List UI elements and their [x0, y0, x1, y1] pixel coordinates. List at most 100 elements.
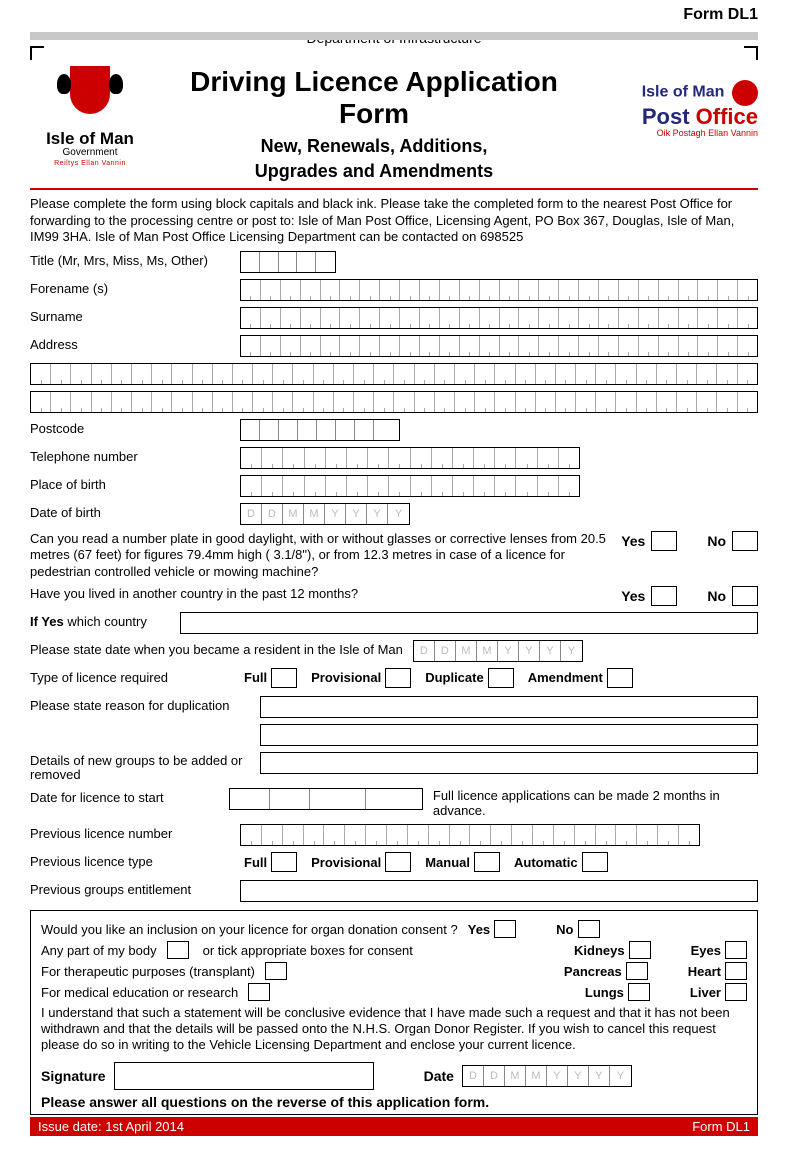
label-postcode: Postcode	[30, 419, 240, 436]
heart-box[interactable]	[725, 962, 747, 980]
prev-prov-box[interactable]	[385, 852, 411, 872]
lungs-label: Lungs	[585, 985, 624, 1000]
prev-auto-box[interactable]	[582, 852, 608, 872]
pancreas-box[interactable]	[626, 962, 648, 980]
input-prev-num[interactable]	[240, 824, 700, 846]
therapeutic-label: For therapeutic purposes (transplant)	[41, 964, 255, 979]
abroad-yes-box[interactable]	[651, 586, 677, 606]
liver-label: Liver	[690, 985, 721, 1000]
label-prev-type: Previous licence type	[30, 852, 240, 869]
no-label: No	[707, 533, 726, 549]
crop-marks	[30, 46, 758, 60]
top-grey-bar	[30, 32, 758, 40]
input-prev-groups[interactable]	[240, 880, 758, 902]
label-dob: Date of birth	[30, 503, 240, 520]
therapeutic-box[interactable]	[265, 962, 287, 980]
input-dob[interactable]: D D M M Y Y Y Y	[240, 503, 410, 525]
label-licence-start: Date for licence to start	[30, 788, 229, 805]
input-new-groups[interactable]	[260, 752, 758, 774]
isle-of-man-gov-logo: Isle of Man Government Reiltys Ellan Van…	[30, 60, 150, 167]
input-address-2[interactable]	[30, 363, 758, 385]
label-reason-dup: Please state reason for duplication	[30, 696, 260, 713]
label-resident-date: Please state date when you became a resi…	[30, 640, 403, 657]
organ-no-label: No	[556, 922, 573, 937]
kidneys-box[interactable]	[629, 941, 651, 959]
organ-no-box[interactable]	[578, 920, 600, 938]
po-line1: Isle of Man	[642, 83, 725, 100]
post-office-logo: Isle of Man Post Office Oik Postagh Ella…	[598, 60, 758, 138]
issue-date: Issue date: 1st April 2014	[38, 1119, 184, 1134]
kidneys-label: Kidneys	[574, 943, 625, 958]
organ-donation-section: Would you like an inclusion on your lice…	[30, 910, 758, 1115]
medical-box[interactable]	[248, 983, 270, 1001]
if-yes: If Yes	[30, 614, 64, 629]
opt-duplicate: Duplicate	[425, 670, 484, 685]
organ-yes-box[interactable]	[494, 920, 516, 938]
organ-disclaimer: I understand that such a statement will …	[41, 1005, 747, 1052]
input-reason-dup-1[interactable]	[260, 696, 758, 718]
eyesight-no-box[interactable]	[732, 531, 758, 551]
label-forename: Forename (s)	[30, 279, 240, 296]
input-telephone[interactable]	[240, 447, 580, 469]
eyes-box[interactable]	[725, 941, 747, 959]
pancreas-label: Pancreas	[564, 964, 622, 979]
input-postcode[interactable]	[240, 419, 400, 441]
input-address-1[interactable]	[240, 335, 758, 357]
input-title[interactable]	[240, 251, 336, 273]
eyesight-yes-box[interactable]	[651, 531, 677, 551]
header: Isle of Man Government Reiltys Ellan Van…	[30, 60, 758, 184]
input-country[interactable]	[180, 612, 758, 634]
subtitle-1: New, Renewals, Additions,	[160, 134, 588, 159]
label-pob: Place of birth	[30, 475, 240, 492]
organ-q1: Would you like an inclusion on your lice…	[41, 922, 458, 937]
answer-reverse-note: Please answer all questions on the rever…	[41, 1094, 747, 1110]
po-post: Post	[642, 104, 696, 129]
input-reason-dup-2[interactable]	[260, 724, 758, 746]
any-part-label: Any part of my body	[41, 943, 157, 958]
footer-bar: Issue date: 1st April 2014 Form DL1	[30, 1117, 758, 1136]
lungs-box[interactable]	[628, 983, 650, 1001]
licence-start-note: Full licence applications can be made 2 …	[433, 788, 758, 818]
input-address-3[interactable]	[30, 391, 758, 413]
crest-icon	[55, 66, 125, 126]
licence-amend-box[interactable]	[607, 668, 633, 688]
yes-label-2: Yes	[621, 588, 645, 604]
label-licence-type: Type of licence required	[30, 668, 240, 685]
label-new-groups: Details of new groups to be added or rem…	[30, 752, 260, 783]
licence-dup-box[interactable]	[488, 668, 514, 688]
which-country: which country	[67, 614, 146, 629]
prev-full-box[interactable]	[271, 852, 297, 872]
licence-prov-box[interactable]	[385, 668, 411, 688]
label-prev-groups: Previous groups entitlement	[30, 880, 240, 897]
logo-left-tagline: Reiltys Ellan Vannin	[30, 160, 150, 167]
label-telephone: Telephone number	[30, 447, 240, 464]
date-field[interactable]: D D M M Y Y Y Y	[462, 1065, 632, 1087]
signature-label: Signature	[41, 1068, 106, 1084]
no-label-2: No	[707, 588, 726, 604]
signature-field[interactable]	[114, 1062, 374, 1090]
opt-provisional: Provisional	[311, 670, 381, 685]
heart-label: Heart	[688, 964, 721, 979]
opt-amendment: Amendment	[528, 670, 603, 685]
form-id-top: Form DL1	[30, 6, 758, 24]
prev-manual-box[interactable]	[474, 852, 500, 872]
liver-box[interactable]	[725, 983, 747, 1001]
input-forename[interactable]	[240, 279, 758, 301]
red-divider	[30, 188, 758, 190]
input-surname[interactable]	[240, 307, 758, 329]
prev-full: Full	[244, 855, 267, 870]
abroad-no-box[interactable]	[732, 586, 758, 606]
any-part-box[interactable]	[167, 941, 189, 959]
q-eyesight: Can you read a number plate in good dayl…	[30, 531, 621, 580]
label-surname: Surname	[30, 307, 240, 324]
logo-left-line2: Government	[30, 147, 150, 158]
prev-auto: Automatic	[514, 855, 578, 870]
licence-full-box[interactable]	[271, 668, 297, 688]
title-block: Driving Licence Application Form New, Re…	[160, 60, 588, 184]
eyes-label: Eyes	[691, 943, 721, 958]
input-resident-date[interactable]: D D M M Y Y Y Y	[413, 640, 583, 662]
footer-form-id: Form DL1	[692, 1119, 750, 1134]
input-pob[interactable]	[240, 475, 580, 497]
yes-label: Yes	[621, 533, 645, 549]
input-licence-start[interactable]	[229, 788, 423, 810]
